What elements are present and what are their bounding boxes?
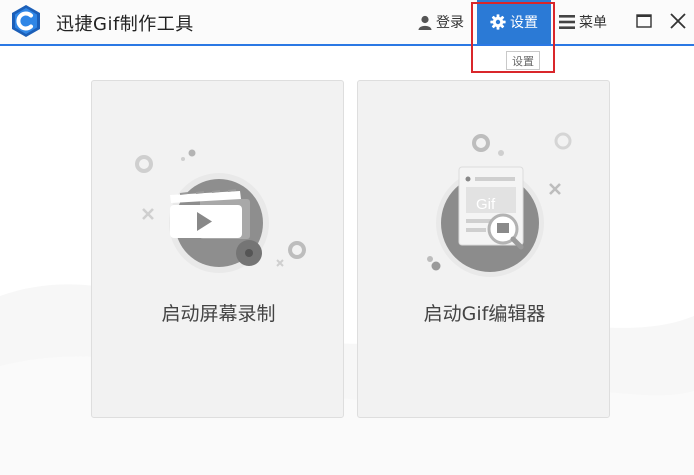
title-bar: 迅捷Gif制作工具 登录 设置 菜单	[0, 0, 694, 46]
maximize-icon[interactable]	[633, 10, 655, 32]
app-title: 迅捷Gif制作工具	[56, 14, 194, 35]
menu-button[interactable]: 菜单	[559, 0, 607, 44]
settings-button[interactable]: 设置	[477, 0, 551, 44]
hamburger-icon	[559, 15, 575, 29]
screen-record-illustration	[135, 149, 306, 273]
screen-record-card[interactable]: 启动屏幕录制	[91, 80, 344, 418]
login-button[interactable]: 登录	[418, 0, 464, 44]
screen-record-label: 启动屏幕录制	[161, 303, 276, 325]
gif-editor-card[interactable]: Gif 启动Gif编辑器	[357, 80, 610, 418]
user-icon	[418, 15, 432, 30]
menu-label: 菜单	[579, 15, 607, 31]
app-logo-icon	[12, 5, 40, 37]
gif-editor-illustration: Gif	[427, 132, 572, 277]
gear-icon	[490, 14, 506, 30]
settings-label: 设置	[510, 15, 538, 31]
gif-editor-label: 启动Gif编辑器	[423, 303, 546, 325]
gif-illustration-text: Gif	[476, 196, 496, 213]
login-label: 登录	[436, 15, 464, 31]
close-icon[interactable]	[667, 10, 689, 32]
